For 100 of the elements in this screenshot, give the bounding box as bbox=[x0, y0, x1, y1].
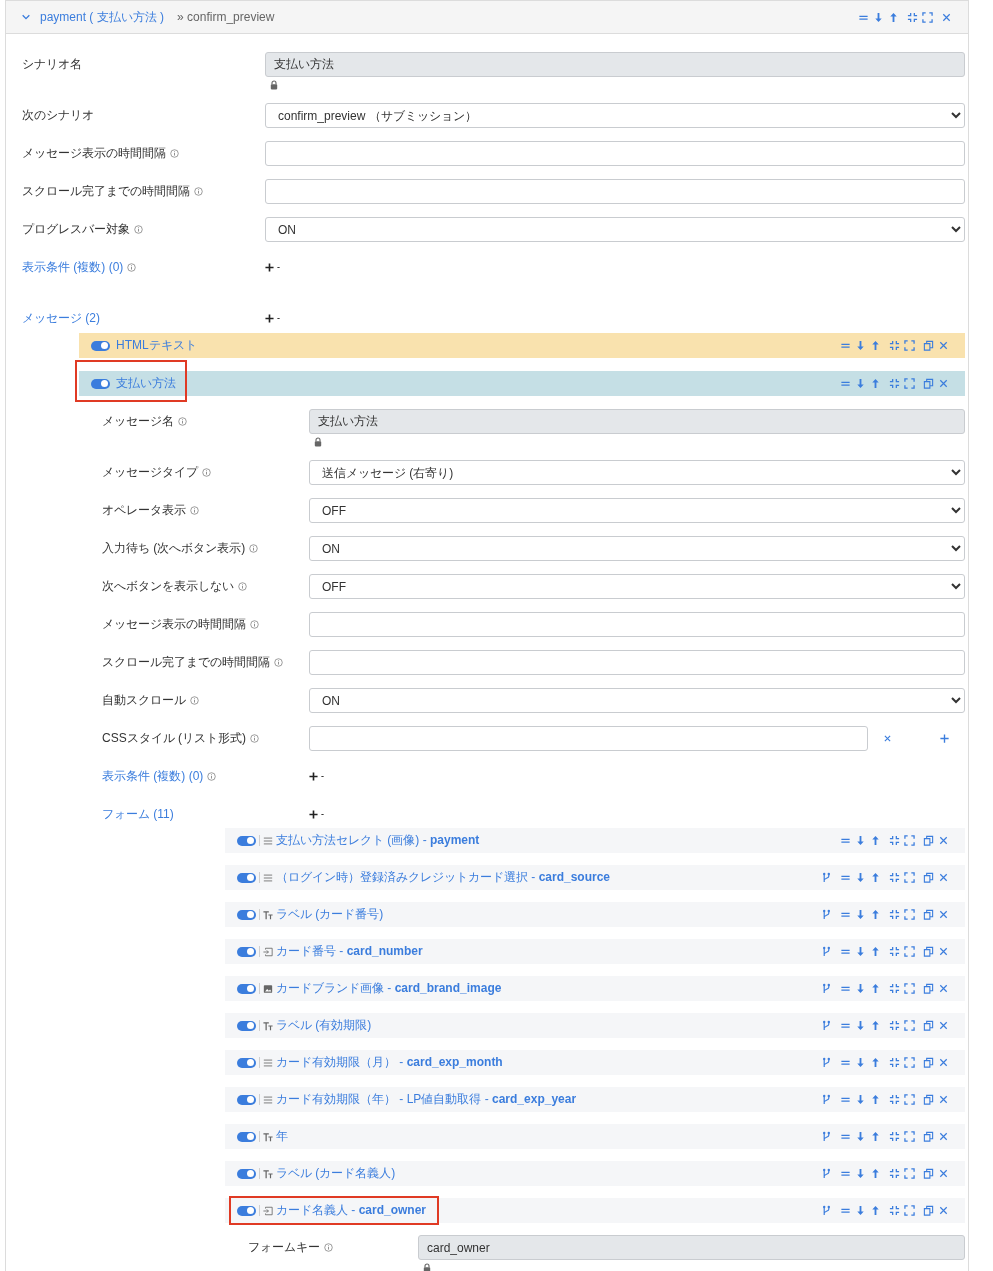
message-title[interactable]: 支払い方法 bbox=[116, 375, 176, 392]
section-link[interactable]: フォーム (11) bbox=[102, 806, 174, 823]
select-field[interactable]: ON bbox=[309, 536, 965, 561]
select-field[interactable]: 送信メッセージ (右寄り) bbox=[309, 460, 965, 485]
input-field[interactable] bbox=[265, 179, 965, 204]
arrow-up-icon[interactable] bbox=[870, 1205, 881, 1216]
copy-icon[interactable] bbox=[923, 1094, 934, 1105]
select-field[interactable]: confirm_preview （サブミッション） bbox=[265, 103, 965, 128]
chevron-icon[interactable] bbox=[21, 12, 31, 22]
expand-icon[interactable] bbox=[904, 340, 915, 351]
form-bar[interactable]: （ログイン時）登録済みクレジットカード選択 - card_source bbox=[225, 865, 965, 890]
arrow-down-icon[interactable] bbox=[855, 1205, 866, 1216]
form-bar[interactable]: カード有効期限（年） - LP値自動取得 - card_exp_year bbox=[225, 1087, 965, 1112]
info-icon[interactable] bbox=[324, 1243, 333, 1252]
close-icon[interactable] bbox=[938, 835, 949, 846]
info-icon[interactable] bbox=[127, 263, 137, 272]
close-icon[interactable] bbox=[938, 378, 949, 389]
scenario-title[interactable]: payment ( 支払い方法 ) bbox=[40, 8, 165, 26]
arrow-up-icon[interactable] bbox=[870, 946, 881, 957]
close-icon[interactable] bbox=[938, 1020, 949, 1031]
arrow-up-icon[interactable] bbox=[870, 909, 881, 920]
arrow-down-icon[interactable] bbox=[873, 11, 884, 23]
select-field[interactable]: ON bbox=[265, 217, 965, 242]
info-icon[interactable] bbox=[190, 696, 199, 705]
branch-icon[interactable] bbox=[821, 946, 832, 957]
branch-icon[interactable] bbox=[821, 1168, 832, 1179]
expand-icon[interactable] bbox=[904, 1057, 915, 1068]
arrow-down-icon[interactable] bbox=[855, 378, 866, 389]
expand-icon[interactable] bbox=[922, 11, 933, 23]
compress-icon[interactable] bbox=[889, 835, 900, 846]
copy-icon[interactable] bbox=[923, 1057, 934, 1068]
form-title[interactable]: 支払い方法セレクト (画像) - payment bbox=[276, 832, 480, 849]
expand-icon[interactable] bbox=[904, 1020, 915, 1031]
form-bar[interactable]: カード名義人 - card_owner bbox=[225, 1198, 965, 1223]
arrow-down-icon[interactable] bbox=[855, 1131, 866, 1142]
form-title[interactable]: （ログイン時）登録済みクレジットカード選択 - card_source bbox=[276, 869, 611, 886]
copy-icon[interactable] bbox=[923, 909, 934, 920]
arrow-up-icon[interactable] bbox=[888, 11, 899, 23]
branch-icon[interactable] bbox=[821, 1094, 832, 1105]
form-title[interactable]: ラベル (カード名義人) bbox=[276, 1165, 396, 1182]
compress-icon[interactable] bbox=[889, 340, 900, 351]
form-bar[interactable]: カードブランド画像 - card_brand_image bbox=[225, 976, 965, 1001]
compress-icon[interactable] bbox=[889, 1057, 900, 1068]
info-icon[interactable] bbox=[190, 506, 199, 515]
arrow-down-icon[interactable] bbox=[855, 983, 866, 994]
branch-icon[interactable] bbox=[821, 983, 832, 994]
form-bar[interactable]: ラベル (カード番号) bbox=[225, 902, 965, 927]
arrow-up-icon[interactable] bbox=[870, 340, 881, 351]
arrow-up-icon[interactable] bbox=[870, 1057, 881, 1068]
close-icon[interactable] bbox=[938, 1057, 949, 1068]
expand-icon[interactable] bbox=[904, 909, 915, 920]
toggle-switch[interactable] bbox=[237, 835, 256, 846]
arrow-down-icon[interactable] bbox=[855, 909, 866, 920]
copy-icon[interactable] bbox=[923, 983, 934, 994]
form-title[interactable]: カード有効期限（年） - LP値自動取得 - card_exp_year bbox=[276, 1091, 577, 1108]
form-bar[interactable]: 支払い方法セレクト (画像) - payment bbox=[225, 828, 965, 853]
compress-icon[interactable] bbox=[889, 909, 900, 920]
arrow-up-icon[interactable] bbox=[870, 1131, 881, 1142]
form-bar[interactable]: カード有効期限（月） - card_exp_month bbox=[225, 1050, 965, 1075]
arrow-down-icon[interactable] bbox=[855, 340, 866, 351]
copy-icon[interactable] bbox=[923, 1168, 934, 1179]
copy-icon[interactable] bbox=[923, 872, 934, 883]
arrow-up-icon[interactable] bbox=[870, 835, 881, 846]
arrow-up-icon[interactable] bbox=[870, 1020, 881, 1031]
arrow-up-icon[interactable] bbox=[870, 378, 881, 389]
arrow-up-icon[interactable] bbox=[870, 872, 881, 883]
expand-icon[interactable] bbox=[904, 1131, 915, 1142]
close-icon[interactable] bbox=[938, 1205, 949, 1216]
form-title[interactable]: ラベル (有効期限) bbox=[276, 1017, 372, 1034]
add-icon[interactable] bbox=[265, 263, 274, 272]
expand-icon[interactable] bbox=[904, 1168, 915, 1179]
close-icon[interactable] bbox=[941, 11, 952, 23]
toggle-switch[interactable] bbox=[91, 378, 110, 389]
copy-icon[interactable] bbox=[923, 1131, 934, 1142]
info-icon[interactable] bbox=[202, 468, 211, 477]
add-icon[interactable] bbox=[265, 314, 274, 323]
compress-icon[interactable] bbox=[907, 11, 918, 23]
info-icon[interactable] bbox=[194, 187, 203, 196]
input-field[interactable] bbox=[309, 726, 868, 751]
add-icon[interactable] bbox=[309, 810, 318, 819]
arrow-down-icon[interactable] bbox=[855, 872, 866, 883]
toggle-switch[interactable] bbox=[237, 1020, 256, 1031]
compress-icon[interactable] bbox=[889, 872, 900, 883]
close-icon[interactable] bbox=[938, 872, 949, 883]
arrow-down-icon[interactable] bbox=[855, 1057, 866, 1068]
branch-icon[interactable] bbox=[821, 909, 832, 920]
arrow-down-icon[interactable] bbox=[855, 835, 866, 846]
message-bar[interactable]: 支払い方法 bbox=[79, 371, 965, 396]
toggle-switch[interactable] bbox=[91, 340, 110, 351]
close-icon[interactable] bbox=[938, 340, 949, 351]
branch-icon[interactable] bbox=[821, 1020, 832, 1031]
toggle-switch[interactable] bbox=[237, 872, 256, 883]
form-title[interactable]: カード番号 - card_number bbox=[276, 943, 423, 960]
toggle-switch[interactable] bbox=[237, 1168, 256, 1179]
copy-icon[interactable] bbox=[923, 946, 934, 957]
expand-icon[interactable] bbox=[904, 872, 915, 883]
arrow-down-icon[interactable] bbox=[855, 1168, 866, 1179]
expand-icon[interactable] bbox=[904, 983, 915, 994]
compress-icon[interactable] bbox=[889, 1020, 900, 1031]
section-link[interactable]: 表示条件 (複数) (0) bbox=[102, 768, 204, 785]
